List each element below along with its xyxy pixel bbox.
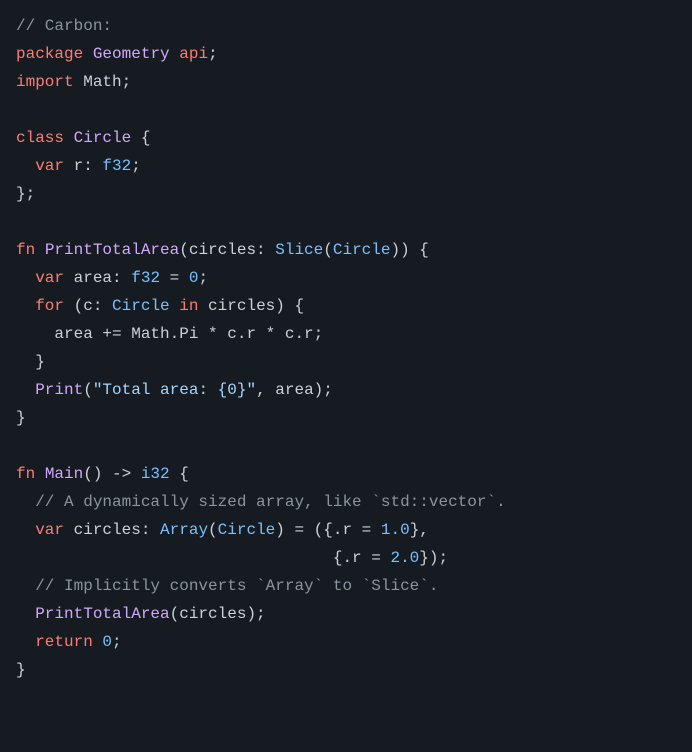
brace: } [16,409,26,427]
code-block: // Carbon: package Geometry api; import … [16,12,676,684]
fn-main: Main [45,465,83,483]
indent [16,633,35,651]
fn-print: Print [35,381,83,399]
for-paren: (c: [64,297,112,315]
punct: ; [131,157,141,175]
punct: ; [198,269,208,287]
punct: ; [112,633,122,651]
kw-class: class [16,129,64,147]
space [170,297,180,315]
kw-fn: fn [16,241,35,259]
punct: ; [208,45,218,63]
kw-var: var [35,269,64,287]
args: , area); [256,381,333,399]
fn-printtotalarea-call: PrintTotalArea [35,605,169,623]
indent [16,605,35,623]
comment-line: // A dynamically sized array, like `std:… [16,493,506,511]
type-circle: Circle [333,241,391,259]
type-i32: i32 [141,465,170,483]
num-two: 2.0 [390,549,419,567]
comment-line: // Carbon: [16,17,112,35]
args: (circles); [170,605,266,623]
indent [16,297,35,315]
punct: }, [410,521,429,539]
ident-circles: circles: [64,521,160,539]
params: (circles: [179,241,275,259]
type-f32: f32 [102,157,131,175]
brace: } [16,353,45,371]
brace: } [16,661,26,679]
kw-var: var [35,157,64,175]
kw-var: var [35,521,64,539]
ident-area: area: [64,269,131,287]
space [93,633,103,651]
indent [16,157,35,175]
init: ) = ({.r = [275,521,381,539]
paren: ( [83,381,93,399]
brace: { [170,465,189,483]
sig: () -> [83,465,141,483]
type-circle: Circle [112,297,170,315]
kw-import: import [16,73,74,91]
punct: }); [419,549,448,567]
ident-circle: Circle [74,129,132,147]
paren: ( [208,521,218,539]
kw-return: return [35,633,93,651]
for-body: circles) { [198,297,304,315]
stmt-area: area += Math.Pi * c.r * c.r; [16,325,323,343]
num-one: 1.0 [381,521,410,539]
ident-math: Math; [74,73,132,91]
ident-r: r: [64,157,102,175]
kw-for: for [35,297,64,315]
type-circle: Circle [218,521,276,539]
comment-line: // Implicitly converts `Array` to `Slice… [16,577,438,595]
kw-package: package [16,45,83,63]
kw-fn: fn [16,465,35,483]
fn-printtotalarea: PrintTotalArea [45,241,179,259]
indent [16,521,35,539]
indent [16,269,35,287]
type-slice: Slice [275,241,323,259]
kw-api: api [179,45,208,63]
brace: }; [16,185,35,203]
indent [16,381,35,399]
brace: )) { [390,241,428,259]
brace: { [131,129,150,147]
kw-in: in [179,297,198,315]
num-zero: 0 [102,633,112,651]
str-totalarea: "Total area: {0}" [93,381,256,399]
ident-geometry: Geometry [93,45,170,63]
paren: ( [323,241,333,259]
cont-indent: {.r = [16,549,390,567]
eq: = [160,269,189,287]
type-f32: f32 [131,269,160,287]
type-array: Array [160,521,208,539]
